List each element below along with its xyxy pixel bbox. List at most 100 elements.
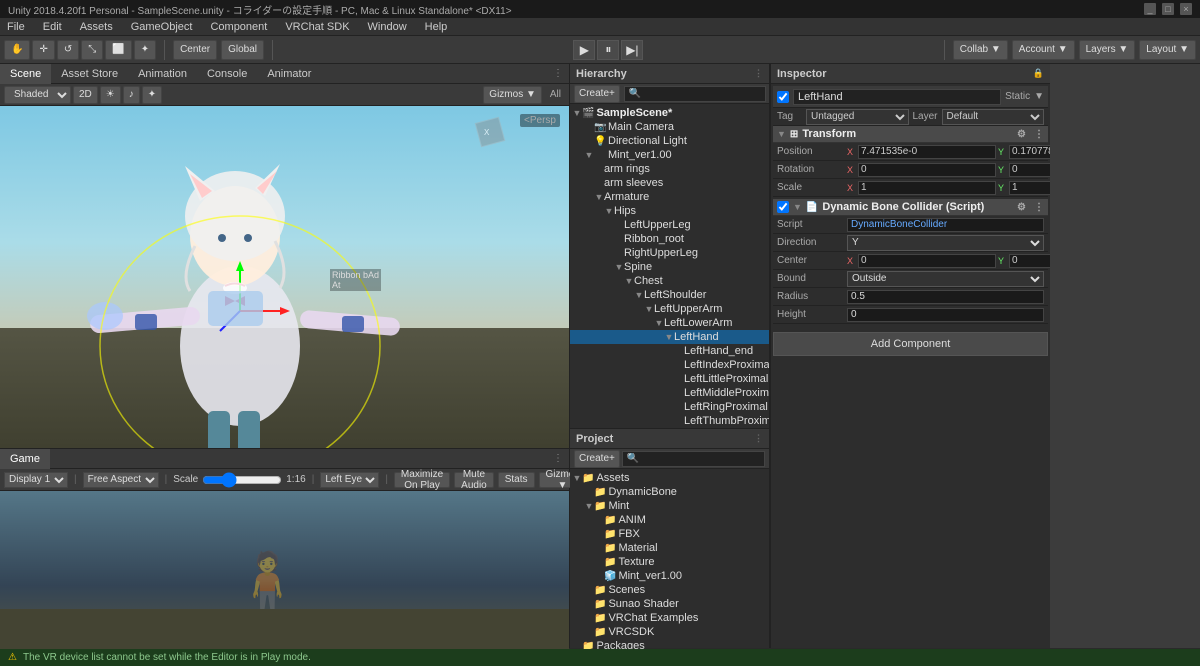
- list-item[interactable]: 📁 VRCSDK: [570, 625, 769, 639]
- list-item[interactable]: Ribbon_root: [570, 232, 769, 246]
- list-item[interactable]: ▼ Mint_ver1.00: [570, 148, 769, 162]
- list-item[interactable]: 📁 Texture: [570, 555, 769, 569]
- height-field[interactable]: [847, 308, 1044, 322]
- list-item[interactable]: LeftThumbProximal: [570, 414, 769, 428]
- scene-viewport[interactable]: <Persp X Ribbon bAd At: [0, 106, 569, 448]
- project-search-input[interactable]: [622, 451, 765, 467]
- maximize-btn[interactable]: □: [1162, 3, 1174, 15]
- scale-x-field[interactable]: [858, 181, 996, 195]
- add-component-button[interactable]: Add Component: [773, 332, 1048, 356]
- window-controls[interactable]: _ □ ×: [1144, 3, 1192, 15]
- list-item[interactable]: 📷 Main Camera: [570, 120, 769, 134]
- hierarchy-create-btn[interactable]: Create+: [574, 85, 620, 103]
- list-item[interactable]: ▼ Hips: [570, 204, 769, 218]
- menu-edit[interactable]: Edit: [40, 21, 65, 33]
- tag-select[interactable]: Untagged: [806, 109, 909, 125]
- list-item[interactable]: 📁 Sunao Shader: [570, 597, 769, 611]
- list-item[interactable]: arm sleeves: [570, 176, 769, 190]
- scale-tool[interactable]: ⤡: [81, 40, 103, 60]
- list-item[interactable]: 📁 FBX: [570, 527, 769, 541]
- radius-field[interactable]: [847, 290, 1044, 304]
- hierarchy-selected-item[interactable]: ▼ LeftHand: [570, 330, 769, 344]
- scale-y-field[interactable]: [1009, 181, 1050, 195]
- layout-button[interactable]: Layout ▼: [1139, 40, 1196, 60]
- display-select[interactable]: Display 1: [4, 472, 68, 488]
- step-button[interactable]: ▶|: [621, 40, 643, 60]
- audio-btn[interactable]: ♪: [123, 86, 140, 104]
- menu-assets[interactable]: Assets: [77, 21, 116, 33]
- collab-button[interactable]: Collab ▼: [953, 40, 1008, 60]
- list-item[interactable]: arm rings: [570, 162, 769, 176]
- maximize-play-btn[interactable]: Maximize On Play: [394, 472, 450, 488]
- list-item[interactable]: ▼ 📁 Mint: [570, 499, 769, 513]
- component-active-checkbox[interactable]: [777, 201, 789, 213]
- list-item[interactable]: 📁 Scenes: [570, 583, 769, 597]
- rect-tool[interactable]: ⬜: [105, 40, 131, 60]
- play-button[interactable]: ▶: [573, 40, 595, 60]
- move-tool[interactable]: ✛: [32, 40, 54, 60]
- list-item[interactable]: ▼ Spine: [570, 260, 769, 274]
- scale-slider[interactable]: [202, 474, 282, 486]
- hand-tool[interactable]: ✋: [4, 40, 30, 60]
- hierarchy-resize[interactable]: ⋮: [754, 68, 763, 79]
- list-item[interactable]: ▼ Armature: [570, 190, 769, 204]
- 2d-btn[interactable]: 2D: [73, 86, 98, 104]
- fx-btn[interactable]: ✦: [142, 86, 162, 104]
- list-item[interactable]: 📁 DynamicBone: [570, 485, 769, 499]
- minimize-btn[interactable]: _: [1144, 3, 1156, 15]
- transform-tool[interactable]: ✦: [134, 40, 156, 60]
- list-item[interactable]: LeftRingProximal: [570, 400, 769, 414]
- list-item[interactable]: LeftMiddleProximal: [570, 386, 769, 400]
- menu-vrchat-sdk[interactable]: VRChat SDK: [282, 21, 352, 33]
- center-y-field[interactable]: [1009, 254, 1050, 268]
- navigation-cube[interactable]: X: [470, 112, 510, 152]
- layer-select[interactable]: Default: [942, 109, 1045, 125]
- transform-settings[interactable]: ⚙: [1017, 129, 1026, 140]
- list-item[interactable]: LeftHand_end: [570, 344, 769, 358]
- rotation-x-field[interactable]: [858, 163, 996, 177]
- mute-audio-btn[interactable]: Mute Audio: [454, 472, 494, 488]
- object-name-field[interactable]: [793, 89, 1001, 105]
- list-item[interactable]: LeftUpperLeg: [570, 218, 769, 232]
- position-y-field[interactable]: [1009, 145, 1050, 159]
- dbc-settings[interactable]: ⚙: [1017, 202, 1026, 213]
- game-more-btn[interactable]: ⋮: [547, 453, 569, 464]
- menu-file[interactable]: File: [4, 21, 28, 33]
- project-create-btn[interactable]: Create+: [574, 450, 620, 468]
- stats-btn[interactable]: Stats: [498, 472, 535, 488]
- direction-select[interactable]: Y: [847, 235, 1044, 251]
- account-button[interactable]: Account ▼: [1012, 40, 1075, 60]
- list-item[interactable]: 📁 Material: [570, 541, 769, 555]
- list-item[interactable]: 💡 Directional Light: [570, 134, 769, 148]
- list-item[interactable]: ▼ Chest: [570, 274, 769, 288]
- project-resize[interactable]: ⋮: [754, 433, 763, 444]
- gizmos-btn[interactable]: Gizmos ▼: [483, 86, 542, 104]
- tab-asset-store[interactable]: Asset Store: [51, 64, 128, 84]
- list-item[interactable]: ▼ LeftUpperArm: [570, 302, 769, 316]
- aspect-select[interactable]: Free Aspect: [83, 472, 159, 488]
- list-item[interactable]: LeftLittleProximal: [570, 372, 769, 386]
- tab-game[interactable]: Game: [0, 449, 50, 469]
- rotation-y-field[interactable]: [1009, 163, 1050, 177]
- pause-button[interactable]: ⏸: [597, 40, 619, 60]
- menu-window[interactable]: Window: [365, 21, 410, 33]
- tab-scene[interactable]: Scene: [0, 64, 51, 84]
- list-item[interactable]: 📁 ANIM: [570, 513, 769, 527]
- list-item[interactable]: ▼ LeftShoulder: [570, 288, 769, 302]
- menu-gameobject[interactable]: GameObject: [128, 21, 196, 33]
- tab-animator[interactable]: Animator: [257, 64, 321, 84]
- inspector-lock[interactable]: 🔒: [1033, 68, 1044, 79]
- transform-header[interactable]: ▼ ⊞ Transform ⚙ ⋮: [773, 126, 1048, 143]
- menu-component[interactable]: Component: [207, 21, 270, 33]
- dbc-more[interactable]: ⋮: [1034, 202, 1044, 213]
- menu-help[interactable]: Help: [422, 21, 451, 33]
- layers-button[interactable]: Layers ▼: [1079, 40, 1136, 60]
- transform-more[interactable]: ⋮: [1034, 129, 1044, 140]
- list-item[interactable]: ▼ 📁 Assets: [570, 471, 769, 485]
- scene-more-btn[interactable]: ⋮: [547, 68, 569, 79]
- dynamic-bone-collider-header[interactable]: ▼ 📄 Dynamic Bone Collider (Script) ⚙ ⋮: [773, 199, 1048, 216]
- list-item[interactable]: ▼ LeftLowerArm: [570, 316, 769, 330]
- list-item[interactable]: 📁 VRChat Examples: [570, 611, 769, 625]
- pivot-button[interactable]: Center: [173, 40, 217, 60]
- close-btn[interactable]: ×: [1180, 3, 1192, 15]
